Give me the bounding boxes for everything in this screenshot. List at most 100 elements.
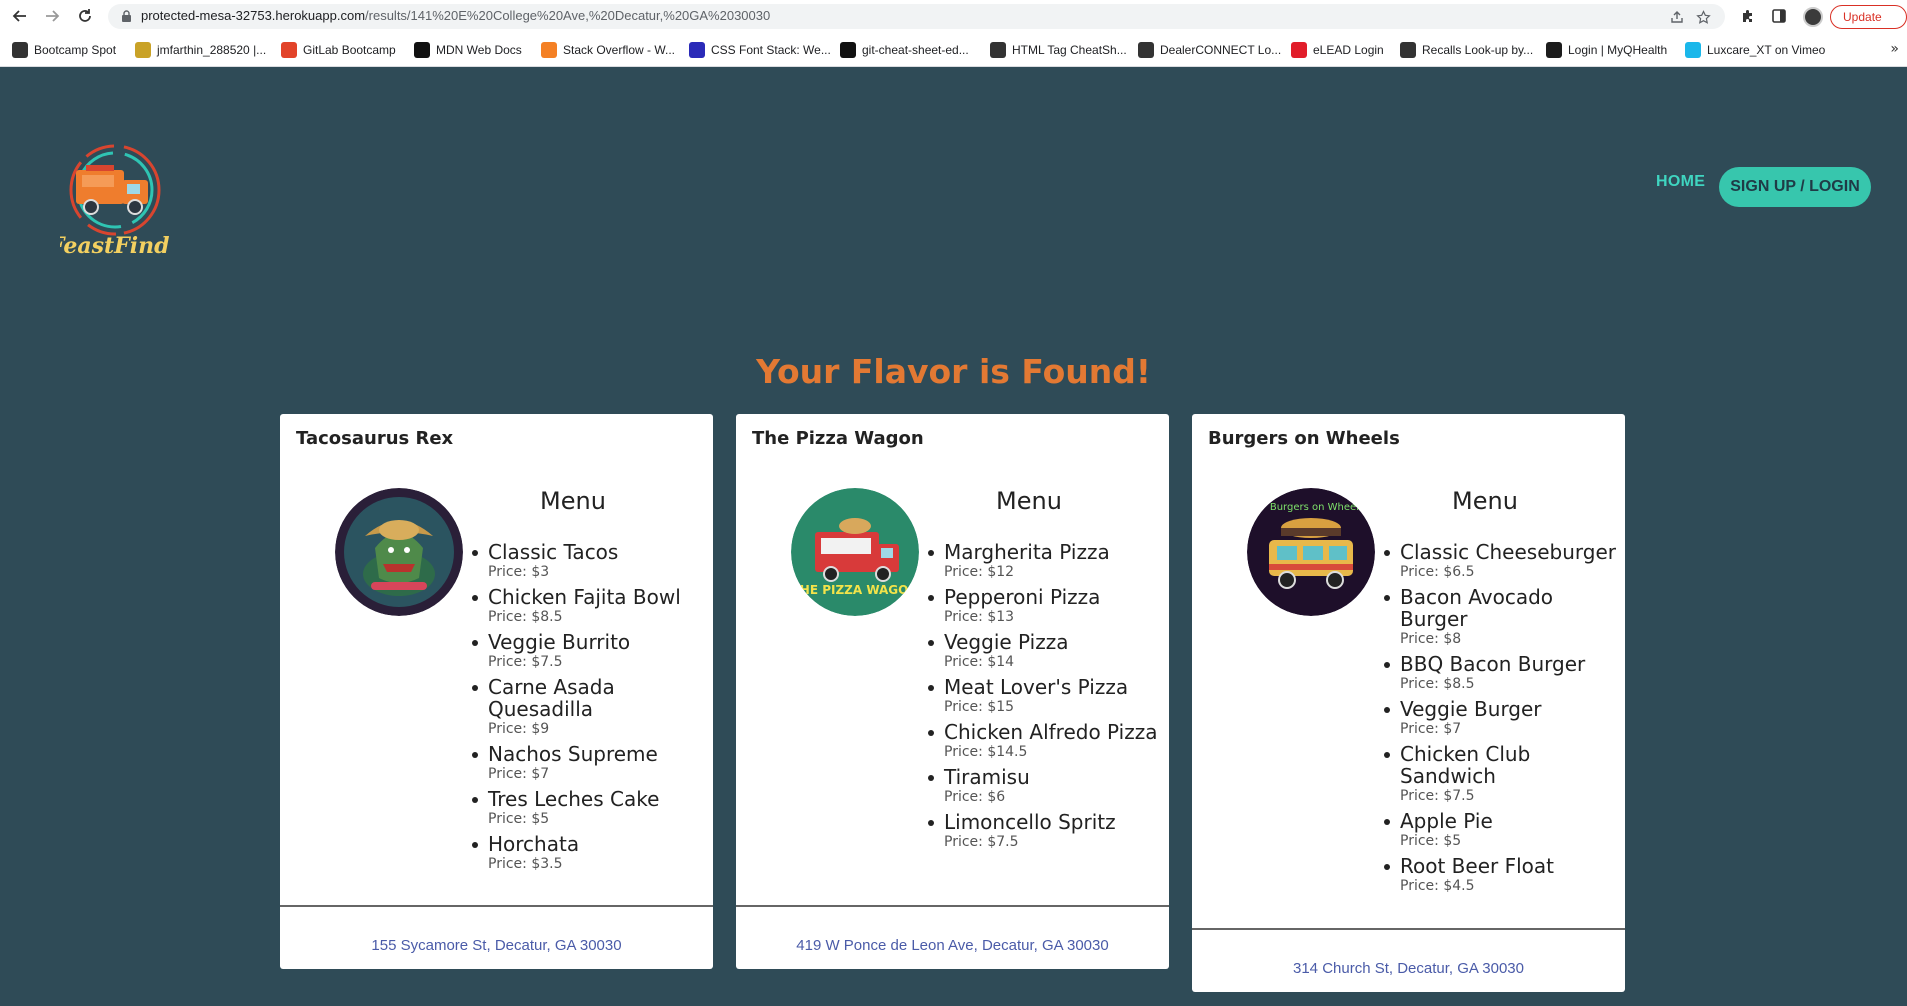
- menu-item-name: Root Beer Float: [1400, 854, 1554, 878]
- menu-item-price: Price: $7: [1400, 721, 1462, 737]
- menu-item-price: Price: $8.5: [488, 609, 563, 625]
- menu-item-name: Chicken Alfredo Pizza: [944, 720, 1158, 744]
- signup-login-button[interactable]: SIGN UP / LOGIN: [1719, 167, 1871, 207]
- globe-icon: [12, 42, 28, 58]
- bookmark-item[interactable]: MDN Web Docs: [414, 40, 522, 60]
- forward-icon[interactable]: [40, 4, 64, 28]
- menu-item-name: Veggie Burger: [1400, 697, 1542, 721]
- bookmark-item[interactable]: Recalls Look-up by...: [1400, 40, 1533, 60]
- pizza-wagon-logo-text: THE PIZZA WAGON: [792, 583, 919, 597]
- menu-item: Classic Cheeseburger Price: $6.5: [1384, 541, 1619, 581]
- burgers-logo-text: Burgers on Wheels: [1270, 502, 1364, 513]
- menu-item: Pepperoni Pizza Price: $13: [928, 586, 1163, 626]
- page-headline: Your Flavor is Found!: [756, 352, 1151, 391]
- menu-item-name: Chicken Club Sandwich: [1400, 742, 1531, 788]
- bookmark-item[interactable]: Stack Overflow - W...: [541, 40, 675, 60]
- truck-name: The Pizza Wagon: [752, 428, 924, 449]
- menu-item: BBQ Bacon Burger Price: $8.5: [1384, 653, 1619, 693]
- menu-list: Classic Cheeseburger Price: $6.5 Bacon Av…: [1384, 541, 1619, 900]
- url-host: protected-mesa-32753.herokuapp.com: [141, 8, 366, 23]
- myq-icon: [1546, 42, 1562, 58]
- bookmark-item[interactable]: git-cheat-sheet-ed...: [840, 40, 969, 60]
- bookmark-item[interactable]: GitLab Bootcamp: [281, 40, 396, 60]
- tacosaurus-logo-icon: [335, 488, 463, 616]
- pizza-wagon-logo-icon: THE PIZZA WAGON: [791, 488, 919, 616]
- menu-title: Menu: [540, 487, 606, 515]
- bookmark-label: Stack Overflow - W...: [563, 43, 676, 57]
- star-icon[interactable]: [1694, 8, 1712, 26]
- menu-item: Chicken Alfredo Pizza Price: $14.5: [928, 721, 1163, 761]
- bee-icon: [135, 42, 151, 58]
- menu-item-price: Price: $3: [488, 564, 550, 580]
- bookmark-item[interactable]: CSS Font Stack: We...: [689, 40, 831, 60]
- bookmark-item[interactable]: Luxcare_XT on Vimeo: [1685, 40, 1825, 60]
- update-button[interactable]: Update: [1830, 5, 1907, 29]
- menu-item-name: Chicken Fajita Bowl: [488, 585, 681, 609]
- bookmark-item[interactable]: DealerCONNECT Lo...: [1138, 40, 1281, 60]
- bookmark-label: DealerCONNECT Lo...: [1160, 43, 1282, 57]
- menu-item-price: Price: $8: [1400, 631, 1462, 647]
- menu-item-price: Price: $7.5: [944, 834, 1019, 850]
- nav-home-link[interactable]: HOME: [1656, 173, 1705, 191]
- menu-item-name: Nachos Supreme: [488, 742, 658, 766]
- extensions-icon[interactable]: [1737, 6, 1757, 26]
- elead-icon: [1291, 42, 1307, 58]
- github-icon: [840, 42, 856, 58]
- menu-item: Root Beer Float Price: $4.5: [1384, 855, 1619, 895]
- bookmarks-bar: » Bootcamp Spot jmfarthin_288520 |... GitL…: [0, 33, 1907, 67]
- menu-item: Bacon Avocado Burger Price: $8: [1384, 586, 1619, 648]
- menu-item-name: Bacon Avocado Burger: [1400, 585, 1554, 631]
- bookmark-label: MDN Web Docs: [436, 43, 522, 57]
- menu-item-name: Tres Leches Cake: [488, 787, 660, 811]
- truck-name: Burgers on Wheels: [1208, 428, 1400, 449]
- address-bar[interactable]: protected-mesa-32753.herokuapp.com/resul…: [108, 4, 1725, 29]
- browser-toolbar: protected-mesa-32753.herokuapp.com/resul…: [0, 0, 1907, 33]
- bookmark-label: git-cheat-sheet-ed...: [862, 43, 969, 57]
- bookmark-label: HTML Tag CheatSh...: [1012, 43, 1127, 57]
- menu-item: Meat Lover's Pizza Price: $15: [928, 676, 1163, 716]
- truck-address[interactable]: 419 W Ponce de Leon Ave, Decatur, GA 300…: [736, 937, 1169, 954]
- bookmark-item[interactable]: Bootcamp Spot: [12, 40, 116, 60]
- menu-item: Carne Asada Quesadilla Price: $9: [472, 676, 707, 738]
- reload-icon[interactable]: [73, 4, 97, 28]
- bookmark-item[interactable]: Login | MyQHealth: [1546, 40, 1667, 60]
- menu-list: Classic Tacos Price: $3 Chicken Fajita Bo…: [472, 541, 707, 878]
- bookmark-item[interactable]: HTML Tag CheatSh...: [990, 40, 1127, 60]
- more-bookmarks-icon[interactable]: »: [1890, 41, 1899, 57]
- lock-icon[interactable]: [119, 9, 134, 24]
- menu-item-name: Margherita Pizza: [944, 540, 1110, 564]
- share-icon[interactable]: [1668, 8, 1686, 26]
- back-icon[interactable]: [8, 4, 32, 28]
- menu-item-name: Meat Lover's Pizza: [944, 675, 1129, 699]
- bookmark-label: Luxcare_XT on Vimeo: [1707, 43, 1826, 57]
- cssfont-icon: [689, 42, 705, 58]
- menu-item-name: Tiramisu: [944, 765, 1030, 789]
- url-path: /results/141%20E%20College%20Ave,%20Deca…: [365, 8, 771, 23]
- truck-address[interactable]: 155 Sycamore St, Decatur, GA 30030: [280, 937, 713, 954]
- menu-item-price: Price: $13: [944, 609, 1015, 625]
- menu-item-name: Pepperoni Pizza: [944, 585, 1101, 609]
- bookmark-item[interactable]: jmfarthin_288520 |...: [135, 40, 266, 60]
- stackoverflow-icon: [541, 42, 557, 58]
- truck-card-the-pizza-wagon: The Pizza Wagon THE PIZZA WAGON Menu Mar…: [736, 414, 1169, 969]
- truck-address[interactable]: 314 Church St, Decatur, GA 30030: [1192, 960, 1625, 977]
- bookmark-item[interactable]: eLEAD Login: [1291, 40, 1384, 60]
- menu-item-name: Classic Tacos: [488, 540, 619, 564]
- menu-item-price: Price: $7: [488, 766, 550, 782]
- profile-avatar[interactable]: [1803, 7, 1823, 27]
- menu-item-price: Price: $5: [1400, 833, 1462, 849]
- menu-item: Horchata Price: $3.5: [472, 833, 707, 873]
- menu-list: Margherita Pizza Price: $12 Pepperoni Piz…: [928, 541, 1163, 856]
- menu-item-price: Price: $6.5: [1400, 564, 1475, 580]
- menu-item-price: Price: $5: [488, 811, 550, 827]
- globe-icon: [1138, 42, 1154, 58]
- sidepanel-icon[interactable]: [1769, 6, 1789, 26]
- feastfindr-logo[interactable]: FeastFindr: [48, 135, 182, 265]
- menu-item: Limoncello Spritz Price: $7.5: [928, 811, 1163, 851]
- bookmark-label: eLEAD Login: [1313, 43, 1384, 57]
- menu-item: Chicken Fajita Bowl Price: $8.5: [472, 586, 707, 626]
- menu-item-price: Price: $6: [944, 789, 1006, 805]
- menu-item: Veggie Pizza Price: $14: [928, 631, 1163, 671]
- menu-item: Apple Pie Price: $5: [1384, 810, 1619, 850]
- menu-item-price: Price: $4.5: [1400, 878, 1475, 894]
